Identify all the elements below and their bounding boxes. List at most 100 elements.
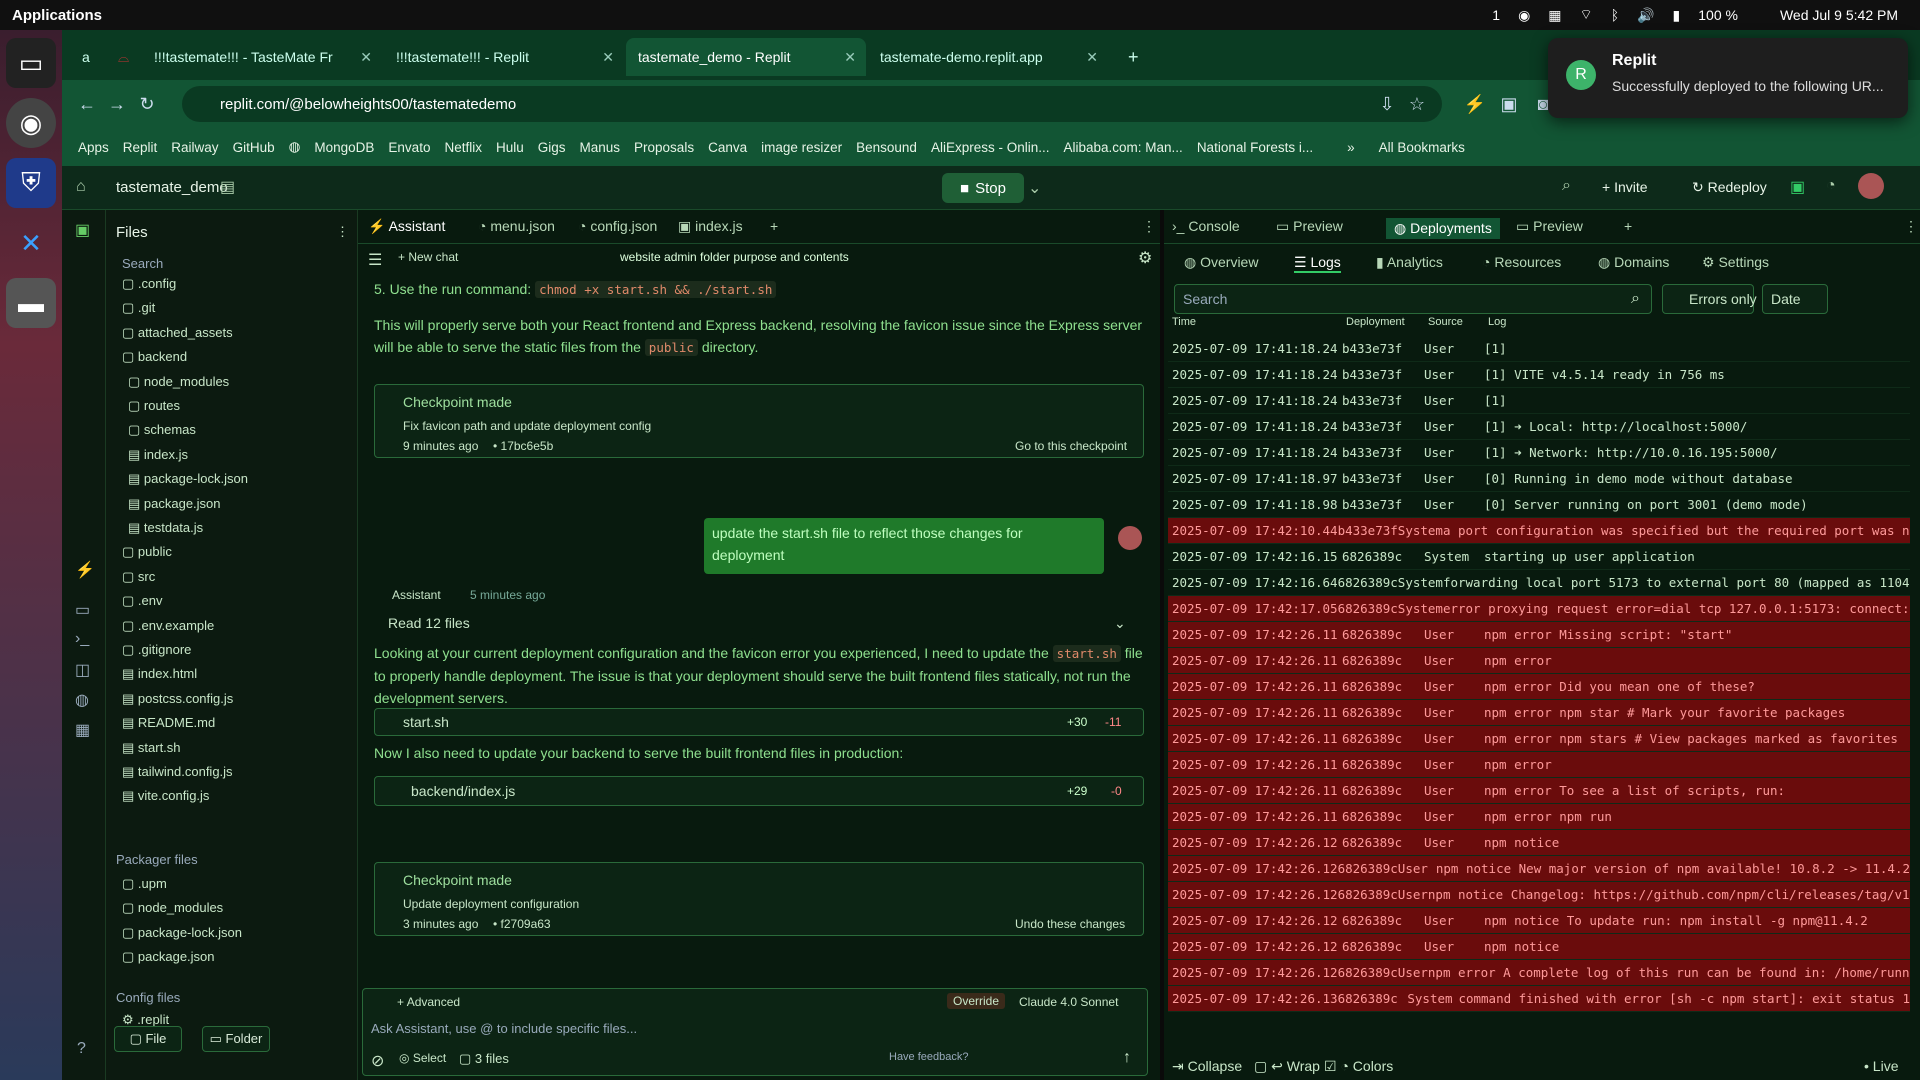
applications-menu[interactable]: Applications: [0, 7, 102, 24]
tab-index-js[interactable]: ▣ index.js: [678, 218, 743, 235]
bookmark[interactable]: Apps: [78, 140, 109, 155]
wrap-toggle[interactable]: ▢ ↩ Wrap: [1254, 1058, 1320, 1075]
file-item[interactable]: ▢ backend: [122, 349, 187, 365]
file-item[interactable]: ▢ .gitignore: [122, 642, 191, 658]
forward-icon[interactable]: →: [102, 94, 132, 115]
close-tab-icon[interactable]: ✕: [844, 49, 856, 66]
file-item[interactable]: ▢ .config: [122, 276, 176, 292]
deploy-status-icon[interactable]: ▣: [1790, 177, 1805, 197]
file-item[interactable]: ▢ .upm: [122, 876, 167, 892]
new-tab-button[interactable]: +: [1116, 38, 1146, 76]
files-tool-icon[interactable]: ▣: [75, 220, 90, 240]
close-tab-icon[interactable]: ✕: [602, 49, 614, 66]
new-chat-button[interactable]: + New chat: [398, 250, 458, 264]
more-icon[interactable]: ⋮: [1904, 218, 1918, 235]
more-bookmarks-icon[interactable]: »: [1347, 140, 1355, 155]
extension-icon[interactable]: ▣: [1494, 94, 1524, 115]
home-icon[interactable]: ⌂: [76, 178, 86, 196]
file-item[interactable]: ▤ package.json: [128, 496, 221, 512]
volume-icon[interactable]: 🔊: [1637, 7, 1654, 24]
close-tab-icon[interactable]: ✕: [1086, 49, 1098, 66]
tab-console[interactable]: ›_ Console: [1172, 218, 1240, 234]
read-files-toggle[interactable]: Read 12 files: [388, 612, 470, 634]
file-item[interactable]: ▤ testdata.js: [128, 520, 203, 536]
files-icon[interactable]: ▬: [6, 278, 56, 328]
bookmark[interactable]: Proposals: [634, 140, 694, 155]
file-item[interactable]: ▤ README.md: [122, 715, 215, 731]
date-filter[interactable]: Date: [1762, 284, 1828, 314]
new-file-button[interactable]: ▢ File: [114, 1026, 182, 1052]
add-tab-icon[interactable]: +: [1624, 218, 1632, 234]
tab-preview-2[interactable]: ▭ Preview: [1516, 218, 1583, 235]
bookmark[interactable]: Railway: [171, 140, 218, 155]
battery-icon[interactable]: ▮: [1673, 7, 1681, 24]
help-icon[interactable]: ?: [77, 1040, 86, 1058]
bookmark[interactable]: National Forests i...: [1197, 140, 1313, 155]
more-icon[interactable]: ⋮: [336, 224, 349, 240]
project-name[interactable]: tastemate_demo: [116, 179, 228, 196]
file-item[interactable]: ▤ vite.config.js: [122, 788, 209, 804]
bitwarden-icon[interactable]: ⛨: [6, 158, 56, 208]
subtab-analytics[interactable]: ▮ Analytics: [1376, 254, 1443, 271]
stop-button[interactable]: ■ Stop: [942, 173, 1024, 203]
history-icon[interactable]: ☰: [368, 250, 382, 270]
send-icon[interactable]: ↑: [1123, 1049, 1131, 1067]
bookmark[interactable]: Gigs: [538, 140, 566, 155]
file-item[interactable]: ▢ attached_assets: [122, 325, 233, 341]
file-item[interactable]: ▢ schemas: [128, 422, 196, 438]
file-search[interactable]: Search: [122, 256, 163, 271]
file-item[interactable]: ▢ node_modules: [122, 900, 223, 916]
chevron-down-icon[interactable]: ⌄: [1028, 178, 1041, 198]
file-item[interactable]: ▤ tailwind.config.js: [122, 764, 233, 780]
browser-tab[interactable]: !!!tastemate!!! - Replit ✕: [384, 38, 624, 76]
workspace-indicator[interactable]: 1: [1492, 7, 1500, 23]
bookmark[interactable]: Bensound: [856, 140, 917, 155]
go-to-checkpoint-link[interactable]: Go to this checkpoint: [1015, 435, 1127, 457]
back-icon[interactable]: ←: [72, 94, 102, 115]
vscode-icon[interactable]: ✕: [6, 218, 56, 268]
bookmark[interactable]: Canva: [708, 140, 747, 155]
file-change-card[interactable]: start.sh +30 -11: [374, 708, 1144, 736]
feedback-link[interactable]: Have feedback?: [889, 1051, 969, 1063]
colors-toggle[interactable]: ☑ ◔ Colors: [1324, 1058, 1393, 1075]
model-selector[interactable]: Claude 4.0 Sonnet: [1019, 995, 1118, 1009]
notification-toast[interactable]: R Replit Successfully deployed to the fo…: [1548, 38, 1908, 118]
chevron-down-icon[interactable]: ⌄: [1114, 612, 1126, 634]
grid-tray-icon[interactable]: ▦: [1548, 7, 1561, 24]
browser-tab-active[interactable]: tastemate_demo - Replit ✕: [626, 38, 866, 76]
close-tab-icon[interactable]: ✕: [360, 49, 372, 66]
wifi-icon[interactable]: ⌔: [1580, 6, 1593, 24]
terminal-icon[interactable]: ▭: [6, 38, 56, 88]
install-icon[interactable]: ⇩: [1372, 94, 1402, 115]
undo-changes-link[interactable]: Undo these changes: [1015, 913, 1125, 935]
errors-only-toggle[interactable]: Errors only: [1662, 284, 1757, 314]
new-folder-button[interactable]: ▭ Folder: [202, 1026, 270, 1052]
bookmark[interactable]: Manus: [580, 140, 621, 155]
pinned-tab-icon[interactable]: ⌓: [106, 38, 140, 76]
agent-tool-icon[interactable]: ⚡: [75, 560, 95, 580]
bookmark-star-icon[interactable]: ☆: [1402, 94, 1432, 115]
reload-icon[interactable]: ↻: [132, 94, 162, 115]
bookmark[interactable]: Netflix: [444, 140, 482, 155]
files-count[interactable]: ▢ 3 files: [459, 1051, 509, 1067]
preview-tool-icon[interactable]: ▭: [75, 600, 90, 620]
file-item[interactable]: ▤ index.js: [128, 447, 188, 463]
avatar[interactable]: [1858, 173, 1884, 199]
bluetooth-icon[interactable]: ᛒ: [1611, 7, 1619, 23]
tab-preview[interactable]: ▭ Preview: [1276, 218, 1343, 235]
file-item[interactable]: ▢ .env.example: [122, 618, 214, 634]
chrome-icon[interactable]: ◉: [6, 98, 56, 148]
select-button[interactable]: ◎ Select: [399, 1051, 446, 1065]
bookmark[interactable]: image resizer: [761, 140, 842, 155]
redeploy-button[interactable]: ↻ Redeploy: [1692, 179, 1767, 196]
bookmark[interactable]: MongoDB: [314, 140, 374, 155]
chat-input[interactable]: Ask Assistant, use @ to include specific…: [371, 1021, 637, 1036]
subtab-logs[interactable]: ☰ Logs: [1294, 254, 1341, 273]
override-badge[interactable]: Override: [947, 993, 1006, 1009]
chrome-tray-icon[interactable]: ◉: [1518, 7, 1530, 24]
file-item[interactable]: ▢ src: [122, 569, 155, 585]
bookmark[interactable]: Hulu: [496, 140, 524, 155]
file-change-card[interactable]: backend/index.js +29 -0: [374, 776, 1144, 806]
sidebar-toggle-icon[interactable]: ▤: [220, 177, 235, 197]
subtab-settings[interactable]: ⚙ Settings: [1702, 254, 1769, 271]
